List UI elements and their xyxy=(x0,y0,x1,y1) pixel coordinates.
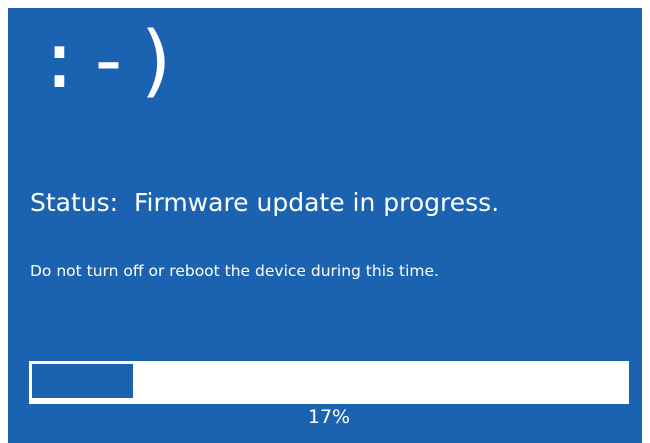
status-message: Status: Firmware update in progress. xyxy=(30,188,500,217)
progress-bar xyxy=(29,361,629,404)
smiley-emoticon: :-) xyxy=(36,16,183,106)
warning-message: Do not turn off or reboot the device dur… xyxy=(30,262,439,280)
progress-bar-fill xyxy=(32,364,133,398)
progress-percentage: 17% xyxy=(307,406,351,428)
firmware-update-screen: :-) Status: Firmware update in progress.… xyxy=(8,8,642,443)
